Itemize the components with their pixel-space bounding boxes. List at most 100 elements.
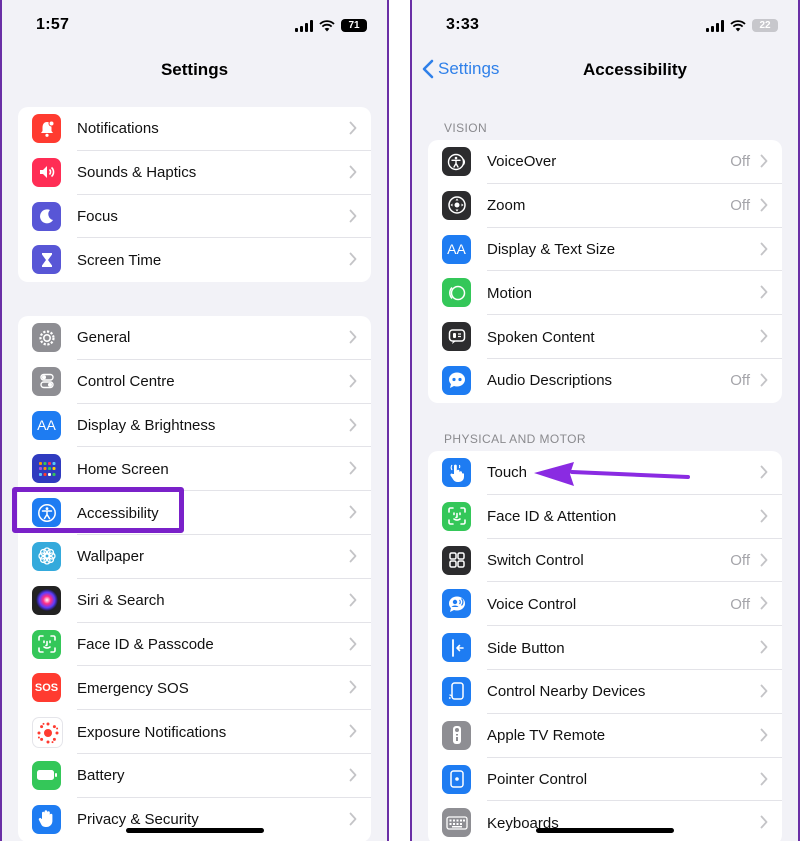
settings-row-focus[interactable]: Focus [18,195,371,239]
settings-row-face-id-and-attention[interactable]: Face ID & Attention [428,495,782,539]
settings-row-exposure-notifications[interactable]: Exposure Notifications [18,710,371,754]
chevron-right-icon [760,772,768,785]
settings-row-side-button[interactable]: Side Button [428,626,782,670]
chevron-right-icon [349,209,357,228]
settings-row-wallpaper[interactable]: Wallpaper [18,535,371,579]
settings-row-apple-tv-remote[interactable]: Apple TV Remote [428,714,782,758]
row-label: Voice Control [487,595,577,613]
battery-level-icon: 71 [341,19,367,32]
row-value: Off [730,595,750,613]
settings-row-home-screen[interactable]: Home Screen [18,447,371,492]
exposure-icon [32,717,63,749]
status-time: 3:33 [446,16,480,33]
chevron-right-icon [760,772,768,791]
chevron-right-icon [760,596,768,615]
chevron-right-icon [760,553,768,566]
chevron-right-icon [349,593,357,607]
home-indicator[interactable] [536,828,674,833]
zoom-icon [442,190,471,220]
settings-row-keyboards[interactable]: Keyboards [428,801,782,841]
chevron-right-icon [760,640,768,654]
status-bar: 3:33 22 [412,0,798,50]
settings-row-audio-descriptions[interactable]: Audio Descriptions Off [428,359,782,403]
chevron-right-icon [349,374,357,393]
home-indicator[interactable] [125,828,264,833]
settings-row-zoom[interactable]: Zoom Off [428,184,782,228]
home-grid-icon [32,454,61,484]
settings-row-battery[interactable]: Battery [18,754,371,798]
wifi-icon [730,19,746,31]
chevron-right-icon [760,684,768,698]
settings-group-2: General Control Centre AA Display & Brightn… [18,316,371,841]
row-label: Switch Control [487,551,584,569]
chevron-right-icon [349,121,357,140]
navigation-bar: Settings [2,50,387,92]
chevron-right-icon [760,728,768,742]
accessibility-screen: 3:33 22 Settings Accessibility VISION Vo… [410,0,800,841]
row-value: Off [730,153,750,171]
chevron-right-icon [349,549,357,563]
row-label: VoiceOver [487,153,557,171]
row-label: Touch [487,464,528,482]
status-time: 1:57 [36,16,70,33]
settings-row-control-centre[interactable]: Control Centre [18,360,371,404]
settings-row-display-and-brightness[interactable]: AA Display & Brightness [18,404,371,448]
chevron-right-icon [349,330,357,349]
settings-row-voiceover[interactable]: VoiceOver Off [428,140,782,184]
settings-row-pointer-control[interactable]: Pointer Control [428,758,782,802]
settings-row-control-nearby-devices[interactable]: Control Nearby Devices [428,670,782,714]
keyboard-icon [442,808,471,838]
row-label: Zoom [487,197,526,215]
settings-row-spoken-content[interactable]: Spoken Content [428,315,782,359]
settings-row-display-and-text-size[interactable]: AA Display & Text Size [428,228,782,272]
toggles-icon [32,366,61,396]
sos-icon: SOS [32,673,61,703]
chevron-right-icon [760,198,768,217]
arrow-pointer-icon [534,462,690,486]
row-label: Control Nearby Devices [487,683,646,701]
speaker-icon [32,157,61,187]
gear-icon [32,323,61,352]
row-label: Notifications [77,120,159,138]
chevron-right-icon [760,509,768,528]
face-id-icon [442,501,471,531]
settings-row-privacy-and-security[interactable]: Privacy & Security [18,798,371,841]
chevron-right-icon [349,593,357,612]
cellular-signal-icon [295,19,313,32]
chevron-right-icon [349,418,357,437]
row-label: Spoken Content [487,328,595,346]
switch-grid-icon [442,545,471,575]
row-label: Exposure Notifications [77,723,227,741]
row-label: Display & Brightness [77,416,216,434]
nearby-devices-icon [442,676,471,706]
hand-pointer-icon [442,458,471,487]
settings-row-face-id-and-passcode[interactable]: Face ID & Passcode [18,623,371,667]
chevron-right-icon [349,505,357,524]
settings-row-general[interactable]: General [18,316,371,360]
chevron-right-icon [349,374,357,388]
settings-row-switch-control[interactable]: Switch Control Off [428,539,782,583]
chevron-right-icon [760,373,768,387]
row-label: Wallpaper [77,548,144,566]
chevron-right-icon [760,728,768,747]
chevron-right-icon [349,165,357,184]
settings-row-notifications[interactable]: Notifications [18,107,371,151]
settings-row-sounds-and-haptics[interactable]: Sounds & Haptics [18,151,371,195]
chevron-right-icon [349,209,357,222]
chevron-right-icon [760,154,768,168]
settings-group-1: Notifications Sounds & Haptics Focus Screen… [18,107,371,283]
chevron-right-icon [349,418,357,431]
row-label: Privacy & Security [77,811,199,829]
settings-row-screen-time[interactable]: Screen Time [18,238,371,282]
chevron-right-icon [349,165,357,179]
settings-row-voice-control[interactable]: Voice Control Off [428,582,782,627]
chevron-right-icon [760,640,768,659]
settings-row-motion[interactable]: Motion [428,271,782,316]
row-label: Apple TV Remote [487,727,606,745]
row-label: Emergency SOS [77,679,189,697]
chevron-right-icon [349,812,357,826]
settings-row-siri-and-search[interactable]: Siri & Search [18,579,371,623]
settings-row-emergency-sos[interactable]: SOS Emergency SOS [18,666,371,711]
chevron-right-icon [760,154,768,173]
siri-icon [32,585,61,615]
